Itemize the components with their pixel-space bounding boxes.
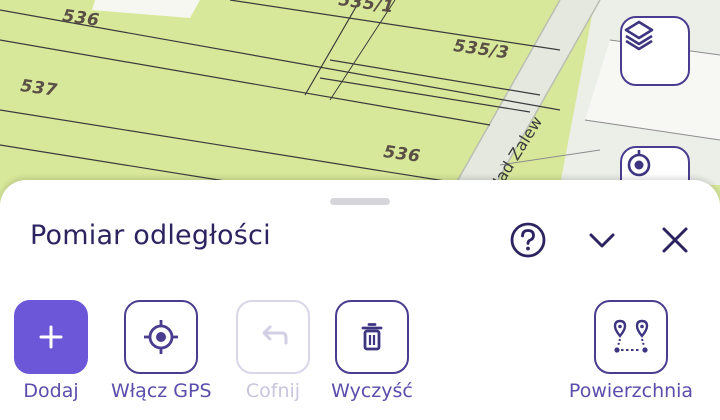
close-button[interactable] [655, 220, 695, 260]
layers-button[interactable] [620, 16, 690, 86]
enable-gps-button[interactable] [124, 300, 198, 374]
chevron-down-icon [589, 233, 615, 248]
crosshair-icon [627, 150, 651, 177]
area-measure-icon [613, 319, 649, 353]
collapse-button[interactable] [582, 220, 622, 260]
measure-distance-sheet: Pomiar odległości Dodaj Włącz GPS Cofnij… [0, 180, 720, 420]
enable-gps-label: Włącz GPS [111, 380, 212, 402]
undo-tool[interactable]: Cofnij [236, 300, 310, 402]
trash-icon [361, 323, 383, 351]
undo-icon [262, 325, 288, 345]
add-point-label: Dodaj [23, 380, 79, 402]
clear-button[interactable] [335, 300, 409, 374]
area-button[interactable] [594, 300, 668, 374]
area-label: Powierzchnia [568, 380, 694, 402]
gps-tool[interactable]: Włącz GPS [111, 300, 212, 402]
layers-icon [624, 20, 654, 51]
undo-button[interactable] [236, 300, 310, 374]
crosshair-icon [144, 320, 178, 354]
question-circle-icon [510, 222, 546, 258]
drag-handle[interactable] [330, 198, 390, 205]
undo-label: Cofnij [245, 380, 301, 402]
add-point-button[interactable] [14, 300, 88, 374]
clear-tool[interactable]: Wyczyść [322, 300, 422, 402]
close-icon [662, 227, 688, 253]
area-tool[interactable]: Powierzchnia [556, 300, 706, 402]
sheet-title: Pomiar odległości [30, 220, 271, 251]
clear-label: Wyczyść [331, 380, 413, 402]
plus-icon [39, 325, 63, 349]
help-button[interactable] [508, 220, 548, 260]
add-point-tool[interactable]: Dodaj [14, 300, 88, 402]
